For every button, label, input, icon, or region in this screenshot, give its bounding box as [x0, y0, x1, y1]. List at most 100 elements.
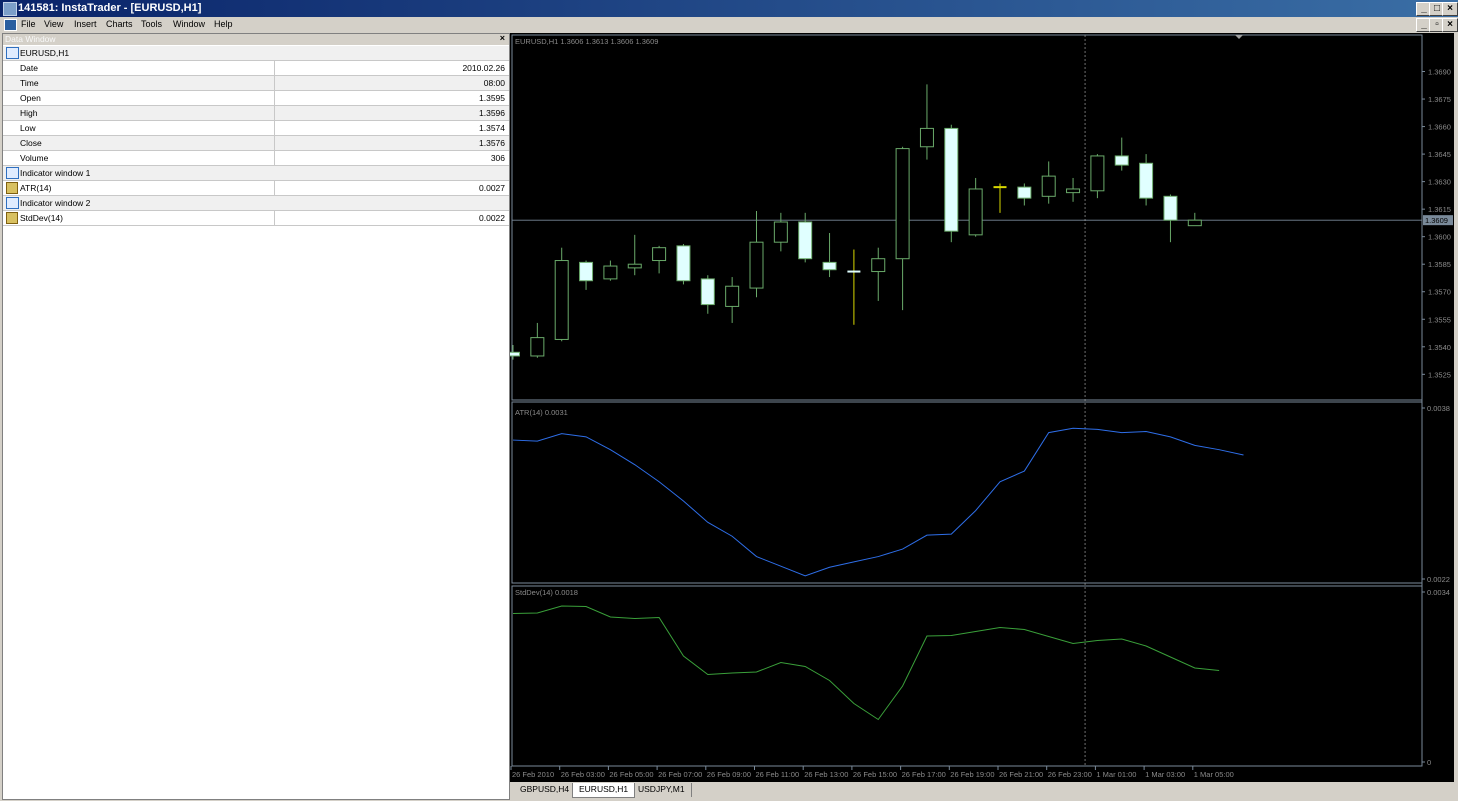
x-tick-label: 26 Feb 23:00 [1048, 770, 1092, 779]
y-tick-label: 0.0038 [1427, 404, 1450, 413]
menu-help[interactable]: Help [214, 19, 233, 29]
document-icon[interactable] [4, 19, 17, 31]
data-window-title: Data Window [5, 34, 56, 44]
child-close-button[interactable]: × [1442, 18, 1458, 32]
atr-label: ATR(14) [20, 183, 52, 193]
tab-gbpusd-h4[interactable]: GBPUSD,H4 [514, 783, 577, 797]
indicator-icon [6, 182, 18, 194]
data-window-titlebar: Data Window × [3, 33, 509, 45]
menu-window[interactable]: Window [173, 19, 205, 29]
atr-value: 0.0027 [479, 183, 505, 193]
pane-frame [511, 585, 1423, 767]
y-tick-label: 1.3690 [1428, 68, 1451, 77]
chart-window[interactable]: 1.3690 1.3675 1.3660 1.3645 1.3630 1.3615 1.36… [506, 33, 1454, 782]
data-row-date: Date 2010.02.26 [3, 61, 509, 76]
candle-body [1163, 195, 1178, 221]
window-title: 141581: InstaTrader - [EURUSD,H1] [18, 2, 202, 14]
data-row-time: Time 08:00 [3, 76, 509, 91]
indicator-window-2-row: Indicator window 2 [3, 196, 509, 211]
candle-body [944, 127, 959, 232]
x-tick-label: 26 Feb 03:00 [561, 770, 605, 779]
atr-row: ATR(14) 0.0027 [3, 181, 509, 196]
stddev-row: StdDev(14) 0.0022 [3, 211, 509, 226]
candle-body [1017, 186, 1032, 199]
data-row-low: Low 1.3574 [3, 121, 509, 136]
indicator-title: StdDev(14) 0.0018 [515, 588, 578, 597]
indicator-window-icon [6, 197, 19, 209]
data-row-value: 2010.02.26 [462, 63, 505, 73]
x-tick-label: 26 Feb 11:00 [756, 770, 800, 779]
pane-frame [511, 34, 1423, 401]
data-row-high: High 1.3596 [3, 106, 509, 121]
candle-body [554, 260, 569, 340]
indicator-window-1-row: Indicator window 1 [3, 166, 509, 181]
y-tick-label: 1.3660 [1428, 123, 1451, 132]
menu-tools[interactable]: Tools [141, 19, 162, 29]
candle-body [1066, 188, 1081, 194]
menu-file[interactable]: File [21, 19, 36, 29]
candle-body [822, 261, 837, 271]
menu-charts[interactable]: Charts [106, 19, 133, 29]
candle-body [871, 258, 886, 273]
symbol-header: EURUSD,H1 [20, 48, 70, 58]
stddev-value: 0.0022 [479, 213, 505, 223]
menu-insert[interactable]: Insert [74, 19, 97, 29]
x-tick-label: 26 Feb 19:00 [950, 770, 994, 779]
tab-eurusd-h1[interactable]: EURUSD,H1 [572, 783, 636, 798]
close-icon[interactable]: × [500, 33, 505, 43]
y-tick-label: 1.3555 [1428, 315, 1451, 324]
indicator-title: ATR(14) 0.0031 [515, 408, 568, 417]
close-button[interactable]: × [1442, 2, 1458, 16]
candle-body [1041, 175, 1056, 197]
indicator-line [512, 427, 1244, 577]
data-row-label: High [20, 108, 38, 118]
chart-canvas[interactable]: 1.3690 1.3675 1.3660 1.3645 1.3630 1.3615 1.36… [506, 33, 1454, 782]
pane-frame [511, 401, 1423, 584]
y-tick-label: 1.3675 [1428, 95, 1451, 104]
y-tick-label: 1.3570 [1428, 288, 1451, 297]
symbol-header-row: EURUSD,H1 [3, 46, 509, 61]
tab-usdjpy-m1[interactable]: USDJPY,M1 [632, 783, 692, 797]
x-tick-label: 1 Mar 05:00 [1194, 770, 1234, 779]
shift-marker-icon [1235, 35, 1243, 39]
candle-body [798, 221, 813, 260]
data-row-label: Time [20, 78, 39, 88]
x-tick-label: 26 Feb 15:00 [853, 770, 897, 779]
y-tick-label: 0.0022 [1427, 575, 1450, 584]
data-row-label: Close [20, 138, 42, 148]
chart-window-icon [6, 47, 19, 59]
candle-body [1187, 219, 1202, 227]
candle-body [676, 245, 691, 282]
candle-body [1090, 155, 1105, 192]
data-row-value: 1.3576 [479, 138, 505, 148]
indicator-icon [6, 212, 18, 224]
candle-body [968, 188, 983, 236]
indicator-window-2-label: Indicator window 2 [20, 198, 91, 208]
candle-body [530, 337, 545, 357]
candle-body [603, 265, 618, 280]
data-row-volume: Volume 306 [3, 151, 509, 166]
x-tick-label: 26 Feb 07:00 [658, 770, 702, 779]
data-row-value: 1.3596 [479, 108, 505, 118]
x-tick-label: 26 Feb 21:00 [999, 770, 1043, 779]
candle-body [1114, 155, 1129, 166]
chart-tabs-bar: GBPUSD,H4 EURUSD,H1 USDJPY,M1 [510, 782, 1454, 798]
indicator-window-1-label: Indicator window 1 [20, 168, 91, 178]
indicator-line [512, 605, 1220, 721]
stddev-label: StdDev(14) [20, 213, 63, 223]
x-tick-label: 1 Mar 01:00 [1096, 770, 1136, 779]
candle-body [919, 127, 934, 148]
x-tick-label: 26 Feb 2010 [512, 770, 554, 779]
candle-body [1139, 162, 1154, 199]
y-tick-label: 0 [1427, 758, 1431, 767]
candle-body [506, 351, 520, 357]
chart-title: EURUSD,H1 1.3606 1.3613 1.3606 1.3609 [515, 37, 658, 46]
y-tick-label: 1.3540 [1428, 343, 1451, 352]
x-tick-label: 1 Mar 03:00 [1145, 770, 1185, 779]
data-row-label: Low [20, 123, 36, 133]
app-icon [3, 2, 17, 16]
menu-view[interactable]: View [44, 19, 63, 29]
title-bar: 141581: InstaTrader - [EURUSD,H1] _ □ × [0, 0, 1458, 17]
y-tick-label: 1.3645 [1428, 150, 1451, 159]
candle-body [627, 263, 642, 269]
